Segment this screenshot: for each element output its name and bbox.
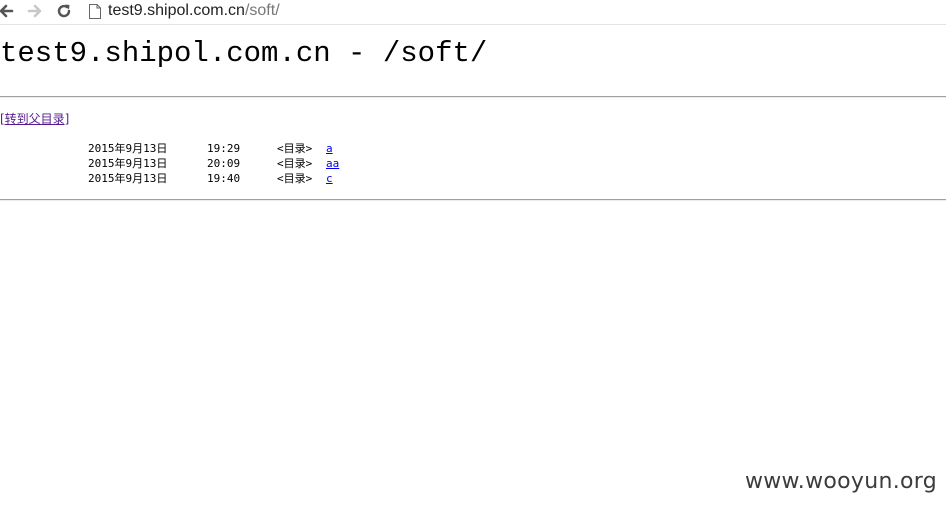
browser-toolbar: test9.shipol.com.cn/soft/	[0, 0, 946, 25]
row-type: <目录>	[277, 157, 313, 170]
forward-button[interactable]	[25, 1, 45, 21]
row-time: 19:29	[207, 142, 241, 155]
row-type: <目录>	[277, 172, 313, 185]
divider-top	[0, 96, 946, 98]
divider-bottom	[0, 199, 946, 201]
forward-arrow-icon	[27, 4, 42, 18]
row-name-link[interactable]: c	[326, 171, 333, 186]
url-path: /soft/	[244, 2, 280, 19]
watermark: www.wooyun.org	[744, 469, 937, 494]
parent-directory-link[interactable]: [转到父目录]	[0, 110, 69, 127]
row-date: 2015年9月13日	[88, 142, 168, 155]
row-date: 2015年9月13日	[88, 172, 168, 185]
address-bar[interactable]: test9.shipol.com.cn/soft/	[84, 0, 946, 22]
row-time: 19:40	[207, 172, 241, 185]
page-title: test9.shipol.com.cn - /soft/	[0, 37, 488, 70]
back-button[interactable]	[0, 1, 16, 21]
back-arrow-icon	[0, 4, 14, 18]
url-host: test9.shipol.com.cn	[108, 2, 245, 19]
page-icon	[89, 3, 101, 19]
row-time: 20:09	[207, 157, 241, 170]
row-name-link[interactable]: a	[326, 141, 333, 156]
row-date: 2015年9月13日	[88, 157, 168, 170]
reload-button[interactable]	[54, 1, 74, 21]
row-name-link[interactable]: aa	[326, 156, 339, 171]
reload-icon	[57, 4, 71, 18]
row-type: <目录>	[277, 142, 313, 155]
